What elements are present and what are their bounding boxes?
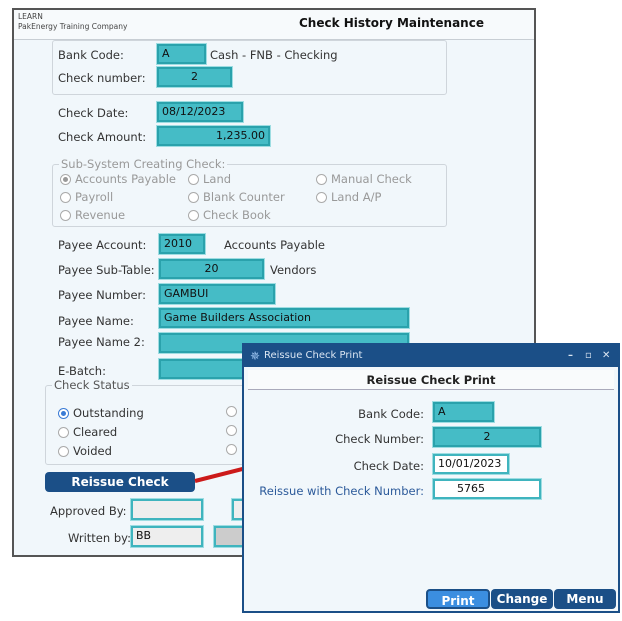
payee-account-label: Payee Account: bbox=[58, 238, 147, 252]
minimize-icon[interactable]: – bbox=[568, 345, 573, 367]
dialog-check-date-field[interactable]: 10/01/2023 bbox=[433, 454, 509, 474]
radio-land: Land bbox=[188, 172, 231, 186]
check-amount-label: Check Amount: bbox=[58, 130, 147, 144]
dialog-check-date-label: Check Date: bbox=[353, 459, 424, 473]
radio-voided[interactable]: Voided bbox=[58, 444, 112, 458]
bank-code-label: Bank Code: bbox=[58, 48, 124, 62]
approved-by-label: Approved By: bbox=[50, 504, 127, 518]
dialog-title-bar: ✵ Reissue Check Print – ▫ ✕ bbox=[244, 345, 618, 367]
radio-payroll: Payroll bbox=[60, 190, 113, 204]
dialog-bank-code-field[interactable]: A bbox=[433, 402, 494, 422]
payee-subtable-label: Payee Sub-Table: bbox=[58, 263, 155, 277]
dialog-window-title: Reissue Check Print bbox=[264, 350, 363, 361]
radio-hidden-1[interactable] bbox=[226, 406, 237, 417]
approved-by-field[interactable] bbox=[131, 499, 203, 520]
check-date-field[interactable]: 08/12/2023 bbox=[157, 102, 243, 122]
close-icon[interactable]: ✕ bbox=[602, 345, 610, 367]
menu-button[interactable]: Menu bbox=[554, 589, 616, 609]
radio-cleared[interactable]: Cleared bbox=[58, 425, 117, 439]
check-status-legend: Check Status bbox=[52, 378, 132, 392]
dialog-header: Reissue Check Print bbox=[248, 370, 614, 390]
payee-account-field[interactable]: 2010 bbox=[159, 234, 205, 254]
dialog-check-number-field[interactable]: 2 bbox=[433, 427, 541, 447]
dialog-bank-code-label: Bank Code: bbox=[358, 407, 424, 421]
app-icon: ✵ bbox=[250, 349, 261, 363]
radio-accounts-payable: Accounts Payable bbox=[60, 172, 176, 186]
radio-outstanding[interactable]: Outstanding bbox=[58, 406, 144, 420]
change-button[interactable]: Change bbox=[491, 589, 553, 609]
dialog-check-number-label: Check Number: bbox=[335, 432, 424, 446]
radio-revenue: Revenue bbox=[60, 208, 125, 222]
reissue-check-button[interactable]: Reissue Check bbox=[45, 472, 195, 492]
payee-name2-label: Payee Name 2: bbox=[58, 335, 145, 349]
check-number-field[interactable]: 2 bbox=[157, 67, 232, 87]
payee-subtable-description: Vendors bbox=[270, 263, 317, 277]
payee-number-field[interactable]: GAMBUI bbox=[159, 284, 275, 304]
reissue-number-label: Reissue with Check Number: bbox=[259, 484, 424, 498]
payee-number-label: Payee Number: bbox=[58, 288, 146, 302]
reissue-check-print-dialog: ✵ Reissue Check Print – ▫ ✕ Reissue Chec… bbox=[242, 343, 620, 613]
check-amount-field[interactable]: 1,235.00 bbox=[157, 126, 270, 146]
radio-land-ap: Land A/P bbox=[316, 190, 381, 204]
radio-check-book: Check Book bbox=[188, 208, 271, 222]
maximize-icon[interactable]: ▫ bbox=[585, 345, 592, 367]
reissue-number-field[interactable]: 5765 bbox=[433, 479, 541, 499]
bank-code-field[interactable]: A bbox=[157, 44, 206, 64]
payee-name-label: Payee Name: bbox=[58, 314, 134, 328]
company-info: LEARN PakEnergy Training Company bbox=[18, 12, 128, 31]
payee-account-description: Accounts Payable bbox=[224, 238, 325, 252]
payee-name-field[interactable]: Game Builders Association bbox=[159, 308, 409, 328]
written-by-field[interactable]: BB bbox=[131, 526, 203, 547]
written-by-label: Written by: bbox=[68, 531, 131, 545]
header-bar: LEARN PakEnergy Training Company Check Hi… bbox=[14, 10, 534, 40]
radio-manual-check: Manual Check bbox=[316, 172, 412, 186]
check-number-label: Check number: bbox=[58, 71, 146, 85]
radio-blank-counter: Blank Counter bbox=[188, 190, 285, 204]
payee-subtable-field[interactable]: 20 bbox=[159, 259, 264, 279]
ebatch-label: E-Batch: bbox=[58, 364, 106, 378]
print-button[interactable]: Print bbox=[426, 589, 490, 609]
check-date-label: Check Date: bbox=[58, 106, 129, 120]
bank-description: Cash - FNB - Checking bbox=[210, 48, 338, 62]
subsystem-legend: Sub-System Creating Check: bbox=[59, 157, 228, 171]
radio-hidden-2[interactable] bbox=[226, 425, 237, 436]
page-title: Check History Maintenance bbox=[299, 16, 484, 30]
